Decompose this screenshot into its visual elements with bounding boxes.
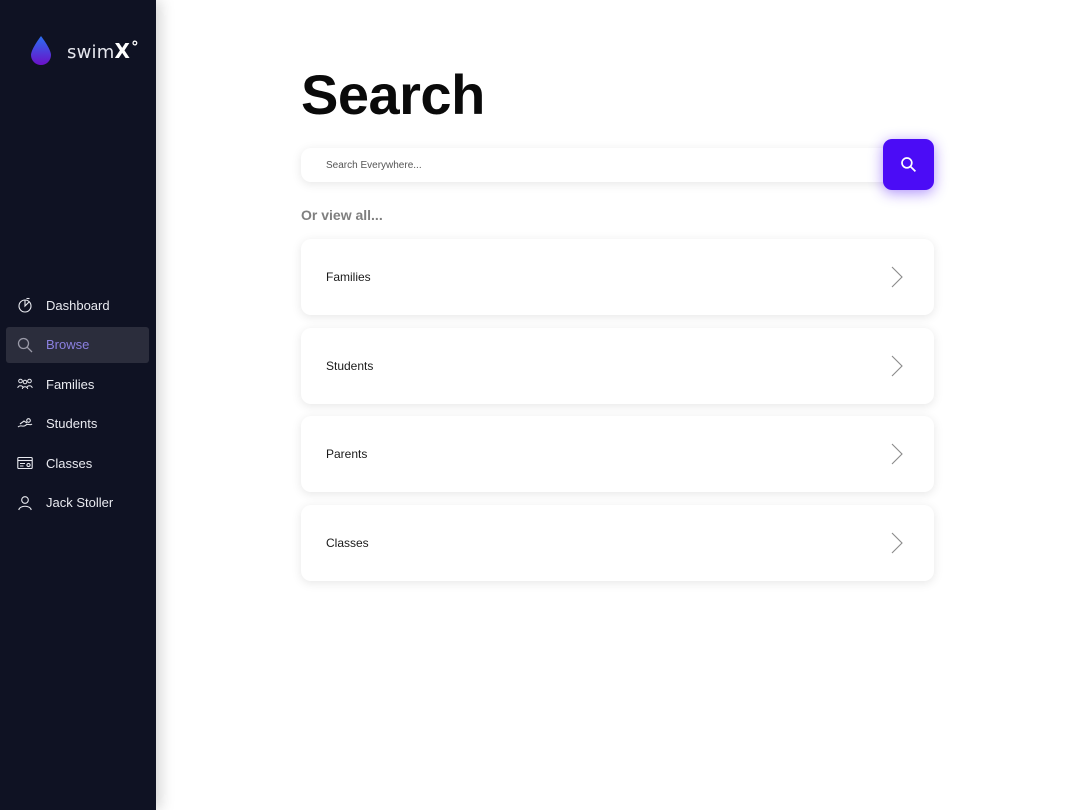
brand-name: swimX° xyxy=(67,37,139,63)
sidebar-item-label: Families xyxy=(46,376,95,392)
sidebar-nav: Dashboard Browse Families Students Class… xyxy=(0,287,156,524)
search-input[interactable] xyxy=(301,148,901,182)
water-drop-icon xyxy=(31,36,51,65)
chevron-right-icon xyxy=(890,532,904,554)
students-icon xyxy=(17,416,33,432)
sidebar: swimX° Dashboard Browse Families Student… xyxy=(0,0,156,810)
user-icon xyxy=(17,495,33,511)
sidebar-item-label: Classes xyxy=(46,455,93,471)
sidebar-item-user[interactable]: Jack Stoller xyxy=(6,485,149,521)
sidebar-item-families[interactable]: Families xyxy=(6,366,149,402)
sidebar-item-classes[interactable]: Classes xyxy=(6,445,149,481)
app: swimX° Dashboard Browse Families Student… xyxy=(0,0,1080,810)
card-label: Parents xyxy=(326,447,368,461)
browse-list: Families Students Parents Classes xyxy=(301,239,934,593)
main-content: Search Or view all... Families Students xyxy=(156,0,1080,810)
chevron-right-icon xyxy=(890,443,904,465)
families-icon xyxy=(17,376,33,392)
search-bar xyxy=(301,148,901,182)
page-title: Search xyxy=(301,63,485,126)
search-icon xyxy=(901,157,917,173)
card-label: Classes xyxy=(326,535,369,550)
view-all-label: Or view all... xyxy=(301,207,383,223)
card-label: Students xyxy=(326,358,374,373)
dashboard-icon xyxy=(17,297,33,313)
chevron-right-icon xyxy=(890,355,904,377)
search-button[interactable] xyxy=(883,139,934,190)
brand-logo[interactable]: swimX° xyxy=(30,34,139,66)
sidebar-item-label: Dashboard xyxy=(46,297,110,313)
browse-card-students[interactable]: Students xyxy=(301,327,934,404)
sidebar-item-label: Browse xyxy=(46,337,90,352)
sidebar-item-label: Jack Stoller xyxy=(46,495,114,510)
sidebar-item-dashboard[interactable]: Dashboard xyxy=(6,287,149,323)
card-label: Families xyxy=(326,270,371,284)
classes-icon xyxy=(17,455,33,471)
sidebar-item-students[interactable]: Students xyxy=(6,406,149,442)
chevron-right-icon xyxy=(890,266,904,288)
browse-card-classes[interactable]: Classes xyxy=(301,504,934,581)
browse-card-families[interactable]: Families xyxy=(301,239,934,315)
sidebar-item-browse[interactable]: Browse xyxy=(6,326,149,363)
sidebar-item-label: Students xyxy=(46,416,98,431)
browse-card-parents[interactable]: Parents xyxy=(301,416,934,492)
search-icon xyxy=(17,337,33,353)
